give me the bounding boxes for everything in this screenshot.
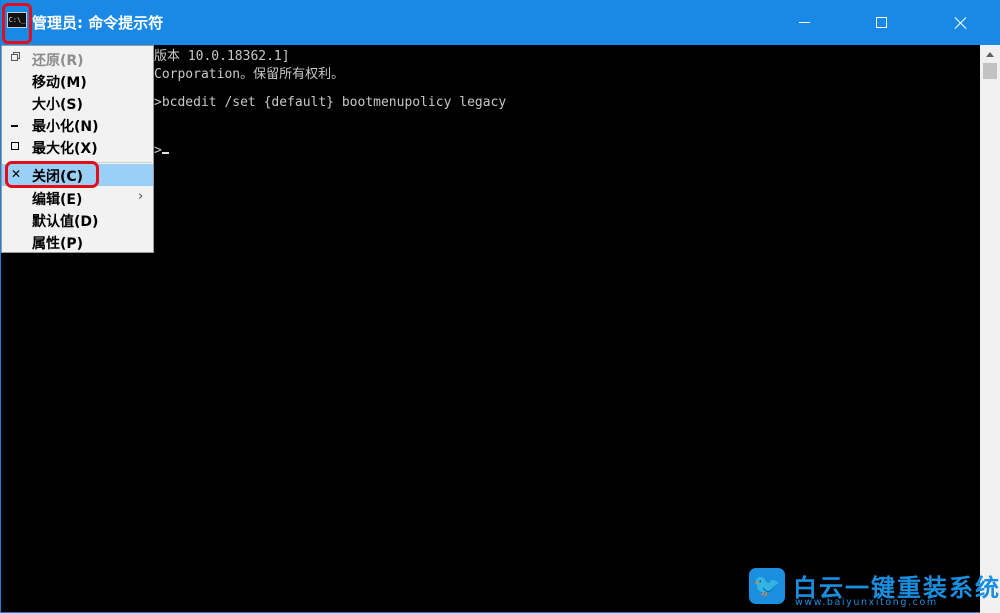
window-title: 管理员: 命令提示符 bbox=[32, 14, 164, 32]
watermark-url: www.baiyunxitong.com bbox=[795, 597, 938, 608]
menu-item-label: 默认值(D) bbox=[32, 214, 99, 230]
cmd-window: C:\_ 管理员: 命令提示符 版本 10.0.18362.1] Corpora… bbox=[0, 0, 1000, 613]
title-bar[interactable]: C:\_ 管理员: 命令提示符 bbox=[1, 0, 1000, 45]
console-line-1: 版本 10.0.18362.1] bbox=[154, 49, 290, 64]
vertical-scrollbar[interactable] bbox=[980, 45, 1000, 613]
console-line-2: Corporation。保留所有权利。 bbox=[154, 67, 345, 82]
menu-item-label: 大小(S) bbox=[32, 97, 83, 113]
close-button[interactable] bbox=[938, 0, 984, 45]
bird-logo-icon: 🐦 bbox=[749, 568, 785, 604]
menu-item-label: 还原(R) bbox=[32, 53, 84, 69]
arrow-up-icon bbox=[986, 51, 994, 57]
maximize-icon bbox=[11, 140, 19, 150]
menu-item-label: 属性(P) bbox=[32, 236, 84, 252]
menu-item-label: 最大化(X) bbox=[32, 141, 98, 157]
minimize-icon bbox=[798, 22, 810, 23]
menu-item-edit[interactable]: 编辑(E) › bbox=[2, 187, 153, 209]
menu-item-move[interactable]: 移动(M) bbox=[2, 70, 153, 92]
menu-item-label: 编辑(E) bbox=[32, 192, 83, 208]
menu-item-label: 最小化(N) bbox=[32, 119, 99, 135]
menu-item-defaults[interactable]: 默认值(D) bbox=[2, 209, 153, 231]
menu-item-maximize[interactable]: 最大化(X) bbox=[2, 136, 153, 158]
prompt-text: > bbox=[154, 143, 162, 158]
menu-item-label: 移动(M) bbox=[32, 75, 87, 91]
menu-item-properties[interactable]: 属性(P) bbox=[2, 231, 153, 253]
maximize-icon bbox=[875, 17, 887, 28]
console-line-3: >bcdedit /set {default} bootmenupolicy l… bbox=[154, 95, 507, 110]
scroll-up-button[interactable] bbox=[980, 45, 1000, 63]
system-menu: 还原(R) 移动(M) 大小(S) 最小化(N) 最大化(X) ✕ 关闭(C) … bbox=[1, 45, 154, 253]
close-icon bbox=[955, 17, 967, 29]
icon-highlight-box bbox=[2, 3, 32, 44]
console-line-4: > bbox=[154, 143, 169, 158]
close-highlight-box bbox=[5, 161, 99, 188]
menu-item-minimize[interactable]: 最小化(N) bbox=[2, 114, 153, 136]
minimize-icon bbox=[11, 118, 18, 127]
minimize-button[interactable] bbox=[781, 0, 827, 45]
maximize-button[interactable] bbox=[858, 0, 904, 45]
chevron-right-icon: › bbox=[138, 189, 144, 204]
text-cursor bbox=[161, 152, 169, 154]
watermark: 🐦 白云一键重装系统 www.baiyunxitong.com bbox=[749, 568, 999, 610]
menu-item-restore[interactable]: 还原(R) bbox=[2, 48, 153, 70]
menu-item-size[interactable]: 大小(S) bbox=[2, 92, 153, 114]
scroll-thumb[interactable] bbox=[983, 63, 997, 79]
